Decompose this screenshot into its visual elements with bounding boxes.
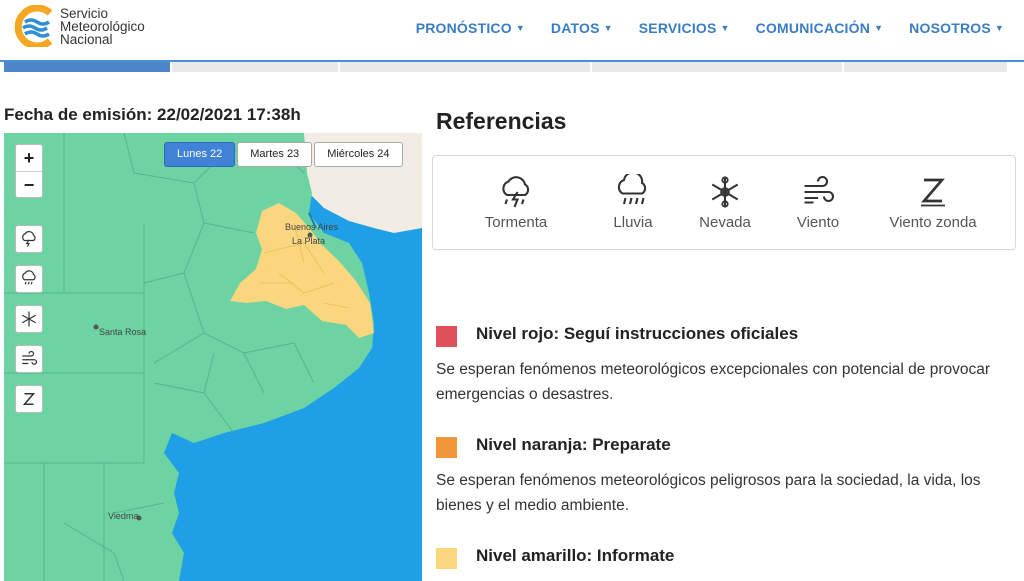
zonda-wind-icon [22, 393, 36, 405]
caret-down-icon: ▼ [874, 23, 884, 33]
smn-logo[interactable]: Servicio Meteorológico Nacional [12, 5, 162, 47]
nav-nosotros[interactable]: NOSOTROS ▼ [909, 20, 1004, 36]
snow-icon [21, 311, 37, 327]
wind-filter-button[interactable] [15, 345, 43, 373]
map-place-label: La Plata [292, 236, 326, 246]
tab-martes-23[interactable]: Martes 23 [237, 142, 313, 167]
level-red-swatch [436, 326, 457, 347]
tab-segment[interactable] [340, 62, 590, 72]
caret-down-icon: ▼ [720, 23, 730, 33]
day-tabs: Lunes 22 Martes 23 Miércoles 24 [164, 142, 403, 167]
storm-icon [22, 231, 36, 247]
caret-down-icon: ▼ [603, 23, 613, 33]
reference-snow: Nevada [695, 174, 755, 231]
zoom-in-button[interactable]: + [16, 145, 42, 171]
site-header: Servicio Meteorológico Nacional PRONÓSTI… [0, 0, 1024, 62]
nav-pronostico[interactable]: PRONÓSTICO ▼ [416, 20, 525, 36]
level-orange-description: Se esperan fenómenos meteorológicos peli… [436, 472, 981, 514]
tab-strip [4, 62, 1007, 72]
rain-icon [617, 174, 647, 205]
level-yellow-title: Nivel amarillo: Informate [476, 546, 675, 565]
reference-storm: Tormenta [481, 174, 551, 231]
references-box: Tormenta Lluvia Nevada Viento Viento zon… [432, 155, 1016, 250]
wind-icon [804, 175, 835, 204]
rain-filter-button[interactable] [15, 265, 43, 293]
alert-map[interactable]: Buenos Aires La Plata Santa Rosa Viedma … [4, 133, 422, 581]
reference-wind: Viento [793, 174, 843, 231]
rain-icon [22, 270, 36, 285]
level-yellow-swatch [436, 548, 457, 569]
wind-icon [22, 350, 38, 365]
tab-miercoles-24[interactable]: Miércoles 24 [314, 142, 403, 167]
smn-logo-icon [14, 5, 53, 47]
logo-text: Servicio Meteorológico Nacional [60, 6, 145, 47]
tab-segment[interactable] [172, 62, 338, 72]
zoom-control: + − [15, 144, 43, 198]
reference-zonda-wind: Viento zonda [885, 174, 981, 231]
caret-down-icon: ▼ [515, 23, 525, 33]
map-canvas [4, 133, 422, 581]
level-orange-swatch [436, 437, 457, 458]
level-red-title: Nivel rojo: Seguí instrucciones oficiale… [476, 324, 799, 343]
storm-filter-button[interactable] [15, 225, 43, 253]
level-red-description: Se esperan fenómenos meteorológicos exce… [436, 361, 991, 403]
tab-segment[interactable] [844, 62, 1007, 72]
snow-icon [711, 176, 739, 208]
tab-segment-active[interactable] [4, 62, 170, 72]
emission-date: Fecha de emisión: 22/02/2021 17:38h [4, 105, 301, 124]
tab-lunes-22[interactable]: Lunes 22 [164, 142, 236, 167]
nav-servicios[interactable]: SERVICIOS ▼ [639, 20, 730, 36]
nav-datos[interactable]: DATOS ▼ [551, 20, 613, 36]
map-place-label: Viedma [108, 511, 139, 521]
nav-comunicacion[interactable]: COMUNICACIÓN ▼ [756, 20, 884, 36]
map-place-label: Santa Rosa [99, 327, 147, 337]
references-title: Referencias [436, 108, 567, 134]
main-nav: PRONÓSTICO ▼ DATOS ▼ SERVICIOS ▼ COMUNICACI… [416, 20, 1004, 36]
zonda-filter-button[interactable] [15, 385, 43, 413]
zonda-wind-icon [921, 178, 945, 207]
snow-filter-button[interactable] [15, 305, 43, 333]
storm-icon [502, 176, 530, 208]
map-place-label: Buenos Aires [285, 222, 339, 232]
caret-down-icon: ▼ [994, 23, 1004, 33]
zoom-out-button[interactable]: − [16, 171, 42, 197]
tab-segment[interactable] [592, 62, 842, 72]
reference-rain: Lluvia [605, 174, 661, 231]
level-orange-title: Nivel naranja: Preparate [476, 435, 671, 454]
